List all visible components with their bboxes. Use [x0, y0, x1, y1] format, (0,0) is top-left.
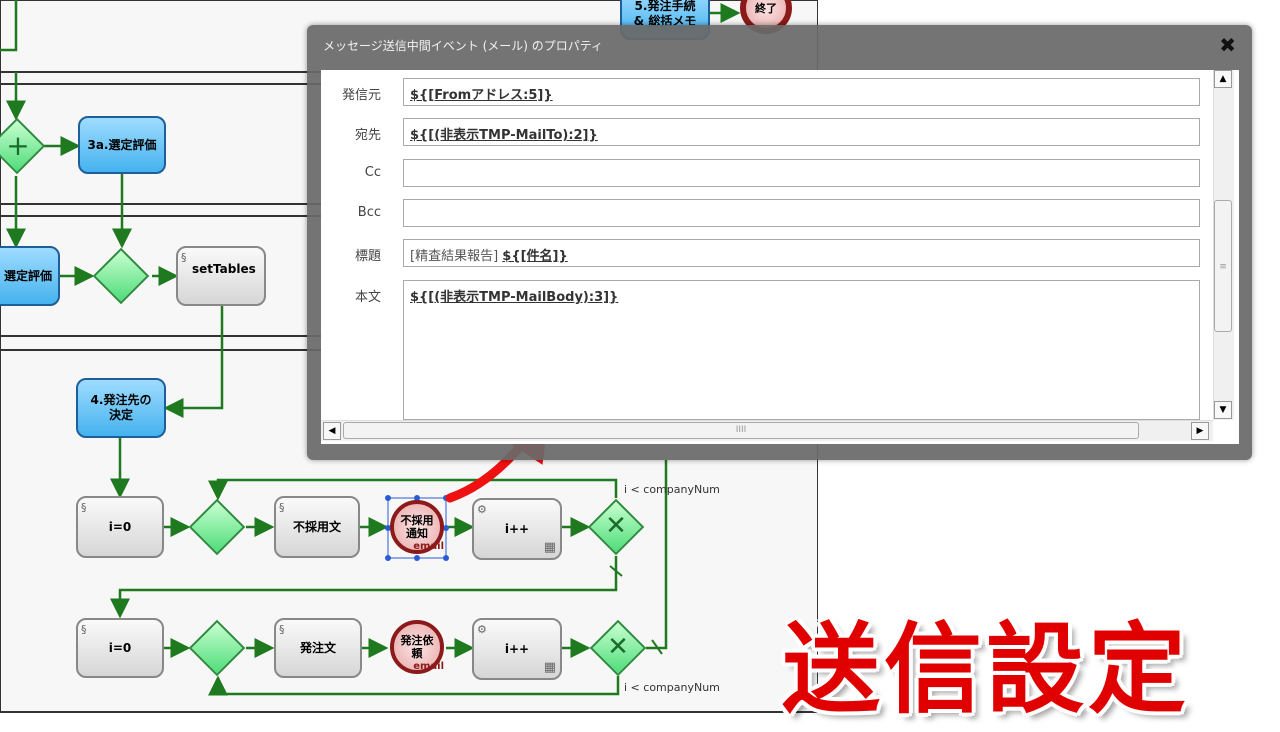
to-value: ${[(非表示TMP-MailTo):2]}	[410, 128, 598, 143]
calculator-icon: ▦	[543, 660, 556, 675]
task-init-counter-b-label: i=0	[108, 640, 132, 655]
message-event-order-request[interactable]: 発注依 頼 email	[390, 620, 444, 674]
from-label: 発信元	[341, 88, 381, 103]
from-value: ${[Fromアドレス:5]}	[410, 88, 553, 103]
cc-label: Cc	[364, 165, 381, 180]
task-3a-selection-evaluation[interactable]: 3a.選定評価	[78, 116, 166, 174]
task-init-counter-b[interactable]: § i=0	[76, 618, 164, 678]
scroll-left-icon[interactable]: ◀	[323, 422, 341, 440]
to-field[interactable]: ${[(非表示TMP-MailTo):2]}	[403, 118, 1200, 146]
loop-condition-a: i < companyNum	[624, 483, 720, 496]
properties-dialog[interactable]: メッセージ送信中間イベント (メール) のプロパティ ✖ 発信元 ${[From…	[307, 25, 1252, 460]
task-increment-a-label: i++	[504, 521, 530, 536]
email-badge: email	[413, 661, 444, 672]
loop-condition-b: i < companyNum	[624, 681, 720, 694]
subject-field[interactable]: [精査結果報告] ${[件名]}	[403, 239, 1200, 267]
from-field[interactable]: ${[Fromアドレス:5]}	[403, 78, 1200, 106]
message-event-reject-notice[interactable]: 不採用 通知 email	[390, 500, 444, 554]
body-label: 本文	[354, 290, 381, 305]
caption-send-settings: 送信設定	[782, 613, 1191, 727]
to-label: 宛先	[354, 128, 381, 143]
script-icon: §	[81, 623, 87, 636]
plus-icon: +	[6, 129, 30, 162]
bcc-field[interactable]	[403, 199, 1200, 227]
body-textarea[interactable]: ${[(非表示TMP-MailBody):3]}	[403, 280, 1200, 420]
event-label: 不採用 通知	[400, 514, 434, 540]
task-selection-evaluation[interactable]: 選定評価	[0, 246, 60, 306]
body-value: ${[(非表示TMP-MailBody):3]}	[410, 290, 619, 305]
scroll-right-icon[interactable]: ▶	[1191, 422, 1209, 440]
cc-field[interactable]	[403, 159, 1200, 187]
email-badge: email	[413, 541, 444, 552]
task-order-text[interactable]: § 発注文	[274, 618, 362, 678]
task-init-counter-a[interactable]: § i=0	[76, 496, 164, 558]
task-set-tables[interactable]: § setTables	[176, 246, 266, 306]
task-set-tables-label: setTables	[192, 262, 256, 276]
script-icon: §	[279, 501, 285, 514]
task-4-decide-supplier[interactable]: 4.発注先の 決定	[76, 378, 166, 438]
horizontal-scrollbar[interactable]: ◀ IIII ▶	[321, 420, 1213, 441]
vertical-scrollbar[interactable]: ▲ ≡ ▼	[1213, 70, 1234, 420]
x-icon: ✕	[605, 511, 627, 541]
script-icon: §	[279, 623, 285, 636]
task-reject-text-label: 不採用文	[292, 519, 341, 534]
task-order-text-label: 発注文	[299, 640, 336, 655]
event-label: 発注依 頼	[400, 634, 434, 660]
calculator-icon: ▦	[543, 540, 556, 555]
dialog-body: 発信元 ${[Fromアドレス:5]} 宛先 ${[(非表示TMP-MailTo…	[321, 70, 1239, 444]
script-icon: §	[181, 251, 187, 264]
close-icon[interactable]: ✖	[1219, 33, 1236, 57]
end-event-label: 終了	[755, 1, 777, 15]
subject-value: ${[件名]}	[502, 249, 568, 264]
gear-icon: ⚙	[477, 623, 487, 636]
subject-prefix: [精査結果報告]	[410, 249, 499, 264]
subject-label: 標題	[354, 249, 381, 264]
script-icon: §	[81, 501, 87, 514]
task-increment-b[interactable]: ⚙ i++ ▦	[472, 618, 562, 680]
bcc-label: Bcc	[357, 205, 381, 220]
vertical-scroll-thumb[interactable]: ≡	[1214, 200, 1232, 332]
task-increment-b-label: i++	[504, 641, 530, 656]
task-reject-text[interactable]: § 不採用文	[274, 496, 360, 558]
scroll-up-icon[interactable]: ▲	[1214, 70, 1232, 88]
x-icon: ✕	[607, 632, 629, 662]
horizontal-scroll-thumb[interactable]: IIII	[343, 422, 1139, 439]
task-init-counter-a-label: i=0	[108, 519, 132, 534]
scroll-down-icon[interactable]: ▼	[1214, 401, 1232, 419]
dialog-title: メッセージ送信中間イベント (メール) のプロパティ	[323, 39, 604, 53]
